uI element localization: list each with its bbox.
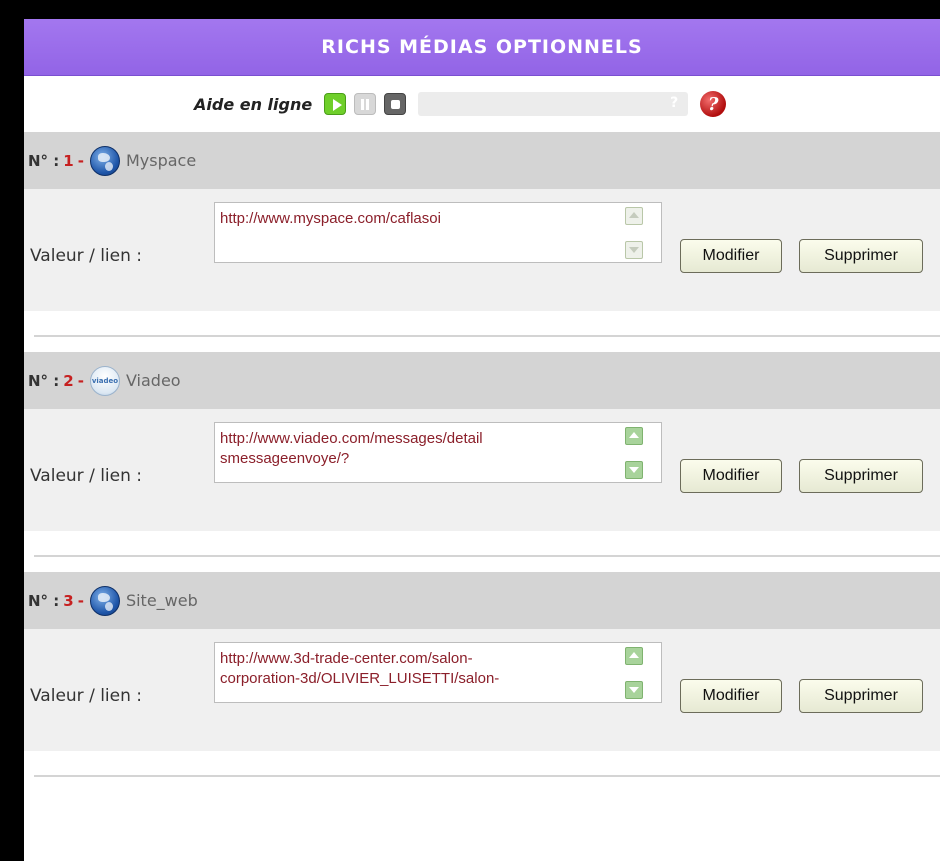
entry-separator: -	[77, 371, 84, 390]
panel-header: RICHS MÉDIAS OPTIONNELS	[24, 19, 940, 76]
value-label: Valeur / lien :	[30, 686, 143, 706]
entry-name: Site_web	[125, 591, 198, 610]
value-link-textarea[interactable]: http://www.viadeo.com/messages/detail sm…	[214, 422, 662, 483]
modify-button[interactable]: Modifier	[680, 459, 782, 493]
globe-icon	[89, 585, 120, 616]
value-label: Valeur / lien :	[30, 246, 143, 266]
screen-frame: RICHS MÉDIAS OPTIONNELS Aide en ligne ? …	[0, 0, 940, 861]
entry-divider	[24, 531, 940, 572]
entry-header-1: N° : 1 - Myspace	[24, 132, 940, 189]
entry-number-label: N° :	[28, 591, 60, 610]
entry-header-2: N° : 2 - viadeo Viadeo	[24, 352, 940, 409]
value-line-1: http://www.myspace.com/caflasoi	[220, 210, 441, 227]
entry-header-3: N° : 3 - Site_web	[24, 572, 940, 629]
scroll-down-icon[interactable]	[625, 681, 643, 699]
divider-line	[34, 335, 940, 337]
help-progress-bar: ?	[418, 92, 689, 116]
value-line-1: http://www.viadeo.com/messages/detail	[220, 430, 483, 447]
entry-number-label: N° :	[28, 151, 60, 170]
entry-body-3: Valeur / lien : http://www.3d-trade-cent…	[24, 629, 940, 751]
value-line-2: corporation-3d/OLIVIER_LUISETTI/salon-	[220, 670, 500, 687]
help-label: Aide en ligne	[194, 94, 313, 114]
rich-media-panel: RICHS MÉDIAS OPTIONNELS Aide en ligne ? …	[24, 19, 940, 861]
pause-icon[interactable]	[354, 93, 377, 115]
entry-name: Viadeo	[125, 371, 181, 390]
scroll-down-icon[interactable]	[625, 241, 643, 259]
value-label: Valeur / lien :	[30, 466, 143, 486]
viadeo-icon: viadeo	[89, 365, 120, 396]
entry-number: 2	[63, 371, 74, 390]
help-question-icon[interactable]: ?	[700, 91, 727, 117]
scroll-up-icon[interactable]	[625, 207, 643, 225]
entry-separator: -	[77, 151, 84, 170]
divider-line	[34, 555, 940, 557]
entry-number-label: N° :	[28, 371, 60, 390]
entry-body-2: Valeur / lien : http://www.viadeo.com/me…	[24, 409, 940, 531]
entry-divider	[24, 311, 940, 352]
delete-button[interactable]: Supprimer	[799, 679, 923, 713]
entry-number: 1	[63, 151, 74, 170]
entry-name: Myspace	[125, 151, 197, 170]
divider-line	[34, 775, 940, 777]
scroll-up-icon[interactable]	[625, 427, 643, 445]
panel-title: RICHS MÉDIAS OPTIONNELS	[321, 36, 643, 58]
scroll-down-icon[interactable]	[625, 461, 643, 479]
play-icon[interactable]	[324, 93, 347, 115]
value-link-textarea[interactable]: http://www.myspace.com/caflasoi	[214, 202, 662, 263]
value-link-textarea[interactable]: http://www.3d-trade-center.com/salon- co…	[214, 642, 662, 703]
entry-separator: -	[77, 591, 84, 610]
delete-button[interactable]: Supprimer	[799, 459, 923, 493]
modify-button[interactable]: Modifier	[680, 239, 782, 273]
entry-divider	[24, 751, 940, 792]
modify-button[interactable]: Modifier	[680, 679, 782, 713]
textarea-scrollbar[interactable]	[625, 647, 645, 699]
globe-icon	[89, 145, 120, 176]
value-line-2: smessageenvoye/?	[220, 450, 350, 467]
stop-icon[interactable]	[384, 93, 407, 115]
value-line-1: http://www.3d-trade-center.com/salon-	[220, 650, 473, 667]
progress-question-mark: ?	[670, 95, 679, 111]
textarea-scrollbar[interactable]	[625, 207, 645, 259]
online-help-bar: Aide en ligne ? ?	[24, 76, 940, 132]
entry-number: 3	[63, 591, 74, 610]
textarea-scrollbar[interactable]	[625, 427, 645, 479]
delete-button[interactable]: Supprimer	[799, 239, 923, 273]
scroll-up-icon[interactable]	[625, 647, 643, 665]
entry-body-1: Valeur / lien : http://www.myspace.com/c…	[24, 189, 940, 311]
